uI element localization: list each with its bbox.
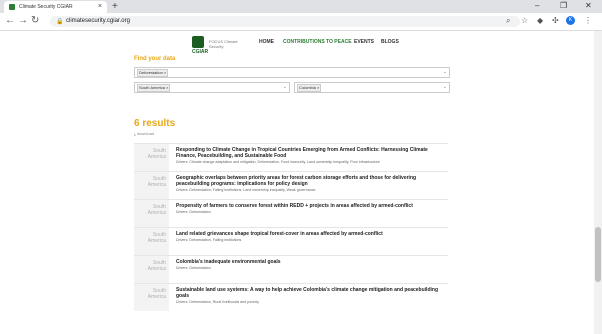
tab-title: Climate Security CGIAR <box>19 4 73 10</box>
result-title[interactable]: Geographic overlaps between priority are… <box>176 175 446 187</box>
reload-icon[interactable]: ↻ <box>31 15 39 26</box>
result-item[interactable]: South America Responding to Climate Chan… <box>134 143 448 171</box>
puzzle-icon[interactable]: ✣ <box>552 16 559 25</box>
cgiar-logo-icon <box>192 36 204 48</box>
new-tab-button[interactable]: + <box>112 1 118 12</box>
close-tab-icon[interactable]: × <box>98 3 102 10</box>
tab-strip: Climate Security CGIAR × + – ❐ ✕ <box>0 0 602 13</box>
driver-filter[interactable]: Deforestation × ⌄ <box>134 67 450 78</box>
driver-chip[interactable]: Deforestation × <box>137 69 169 77</box>
close-window-icon[interactable]: ✕ <box>585 1 592 10</box>
country-filter[interactable]: Colombia × ⌄ <box>294 82 450 93</box>
browser-tab[interactable]: Climate Security CGIAR × <box>4 1 107 13</box>
result-drivers: Drivers: Deforestation, Failing institut… <box>176 238 242 242</box>
nav-blogs[interactable]: BLOGS <box>381 39 399 45</box>
region-filter[interactable]: South America × ⌄ <box>134 82 290 93</box>
chevron-down-icon[interactable]: ⌄ <box>443 69 447 75</box>
menu-icon[interactable]: ⋮ <box>584 16 592 25</box>
maximize-icon[interactable]: ❐ <box>560 1 567 10</box>
result-item[interactable]: South America Propensity of farmers to c… <box>134 199 448 227</box>
nav-events[interactable]: EVENTS <box>354 39 374 45</box>
address-bar[interactable]: 🔒 climatesecurity.cgiar.org <box>50 16 520 27</box>
result-item[interactable]: South America Geographic overlaps betwee… <box>134 171 448 199</box>
result-title[interactable]: Sustainable land use systems: A way to h… <box>176 287 446 299</box>
result-title[interactable]: Responding to Climate Change in Tropical… <box>176 147 446 159</box>
find-data-heading: Find your data <box>134 56 176 62</box>
results-count: 6 results <box>134 118 176 129</box>
profile-avatar[interactable]: K <box>566 16 575 25</box>
country-chip[interactable]: Colombia × <box>297 84 322 92</box>
result-region: South America <box>134 284 169 311</box>
result-drivers: Drivers: Climate change adaptation and m… <box>176 160 380 164</box>
extension-icon[interactable]: ◆ <box>537 16 543 25</box>
result-drivers: Drivers: Deforestation, Failing institut… <box>176 188 316 192</box>
logo-text: CGIAR <box>192 49 209 55</box>
back-icon[interactable]: ← <box>5 15 15 26</box>
minimize-icon[interactable]: – <box>535 1 539 10</box>
chevron-down-icon[interactable]: ⌄ <box>283 84 287 90</box>
zoom-icon[interactable]: ⌕ <box>506 16 510 26</box>
page-content: CGIAR FOCUS Climate Security HOME CONTRI… <box>0 31 594 334</box>
site-logo[interactable]: CGIAR FOCUS Climate Security <box>192 36 238 55</box>
bookmark-star-icon[interactable]: ☆ <box>521 16 528 25</box>
result-item[interactable]: South America Colombia's inadequate envi… <box>134 255 448 283</box>
scrollbar-thumb[interactable] <box>595 227 601 282</box>
result-drivers: Drivers: Deforestation <box>176 210 211 214</box>
lock-icon: 🔒 <box>56 19 64 25</box>
nav-contributions[interactable]: CONTRIBUTIONS TO PEACE <box>283 39 352 45</box>
nav-home[interactable]: HOME <box>259 39 274 45</box>
url-text: climatesecurity.cgiar.org <box>66 18 130 24</box>
result-title[interactable]: Land related grievances shape tropical f… <box>176 231 446 237</box>
logo-focus-text: FOCUS Climate Security <box>209 39 238 49</box>
favicon-icon <box>9 4 15 10</box>
page-scrollbar[interactable] <box>594 31 602 334</box>
download-link[interactable]: ⤓ download <box>134 131 154 136</box>
result-title[interactable]: Propensity of farmers to conserve forest… <box>176 203 446 209</box>
result-region: South America <box>134 144 169 171</box>
region-chip[interactable]: South America × <box>137 84 171 92</box>
result-item[interactable]: South America Sustainable land use syste… <box>134 283 448 311</box>
browser-toolbar: ← → ↻ 🔒 climatesecurity.cgiar.org ⌕ ☆ ◆ … <box>0 13 602 31</box>
result-title[interactable]: Colombia's inadequate environmental goal… <box>176 259 446 265</box>
result-region: South America <box>134 228 169 255</box>
result-drivers: Drivers: Deforestation, Rural livelihood… <box>176 300 259 304</box>
result-region: South America <box>134 200 169 227</box>
chevron-down-icon[interactable]: ⌄ <box>443 84 447 90</box>
result-region: South America <box>134 172 169 199</box>
result-drivers: Drivers: Deforestation <box>176 266 211 270</box>
forward-icon[interactable]: → <box>18 15 28 26</box>
result-region: South America <box>134 256 169 283</box>
result-item[interactable]: South America Land related grievances sh… <box>134 227 448 255</box>
